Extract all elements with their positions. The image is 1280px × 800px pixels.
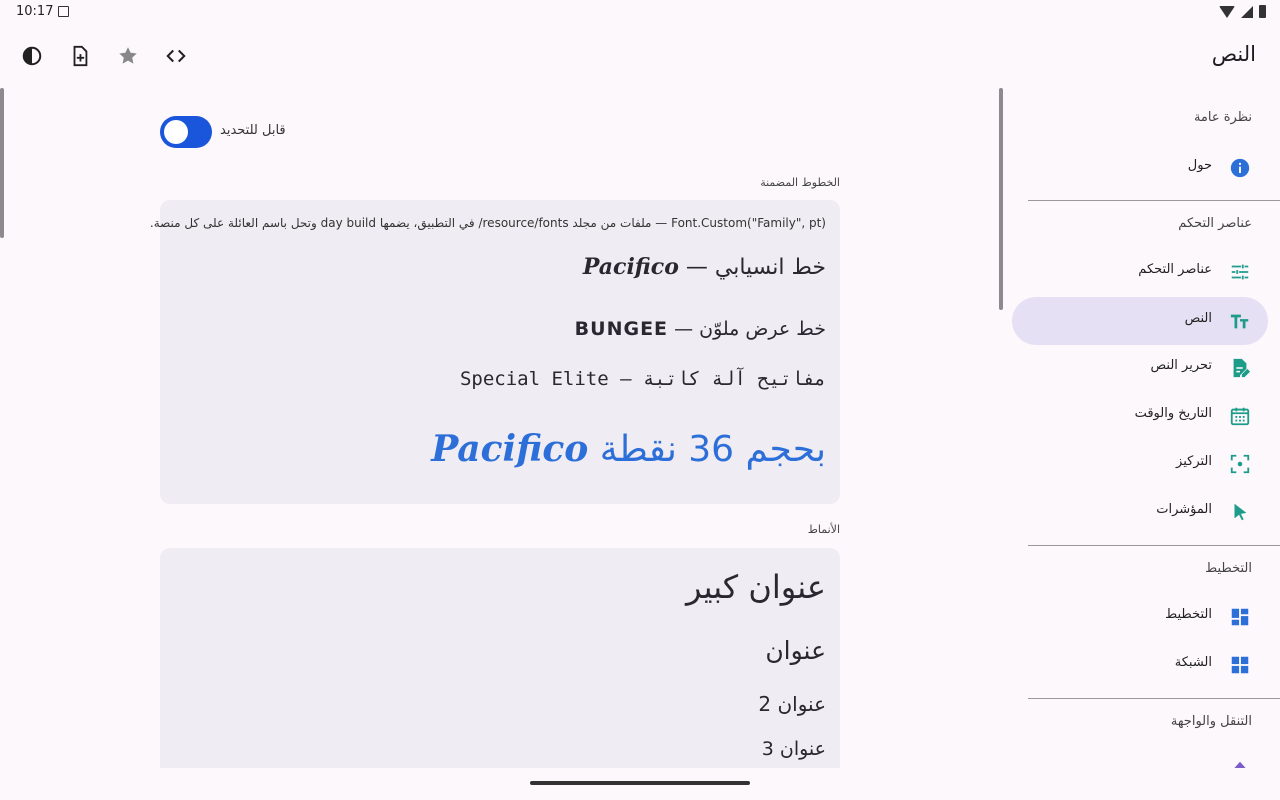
status-bar: 10:17 [0,0,1280,24]
edit-document-icon [1228,356,1252,380]
nav-item-layout[interactable]: التخطيط [1012,593,1268,641]
switch-knob [164,120,188,144]
battery-icon [1259,5,1266,18]
typewriter-font-line: مفاتيح آلة كاتبة — Special Elite [459,368,826,390]
signal-icon [1241,5,1253,18]
favorite-button[interactable] [112,40,144,72]
new-document-icon [73,45,88,67]
script-font-name: Pacifico [582,254,679,280]
nav-item-about[interactable]: حول [1012,144,1268,192]
view-source-button[interactable] [160,40,192,72]
calendar-icon [1228,404,1252,428]
nav-item-text[interactable]: النص [1012,297,1268,345]
status-icons [1219,5,1266,18]
selectable-toggle-row[interactable]: قابل للتحديد [160,116,300,148]
nav-divider [1028,545,1280,546]
home-indicator[interactable] [530,781,750,785]
large-font-line: بحجم 36 نقطة Pacifico [431,428,826,470]
nav-label-layout: التخطيط [1165,607,1212,622]
navigation-drawer: نظرة عامة حول عناصر التحكم عناصر التحكم … [1012,88,1280,768]
script-font-text: خط انسيابي — [678,255,826,280]
embedded-fonts-label: الخطوط المضمنة [760,176,840,189]
nav-item-cursors[interactable]: المؤشرات [1012,488,1268,536]
styles-card: عنوان كبير عنوان عنوان 2 عنوان 3 [160,548,840,768]
info-icon [1228,156,1252,180]
content-scrollbar[interactable] [999,88,1003,310]
wifi-icon [1219,5,1235,18]
nav-item-focus[interactable]: التركيز [1012,440,1268,488]
page-title: النص [1211,42,1256,66]
grid-icon [1228,653,1252,677]
large-font-name: Pacifico [431,428,589,470]
app-bar: النص [0,32,1280,80]
embedded-fonts-card: Font.Custom("Family", pt) — ملفات من مجل… [150,200,840,504]
fonts-description: Font.Custom("Family", pt) — ملفات من مجل… [149,216,826,230]
nav-label-controls: عناصر التحكم [1138,262,1212,277]
nav-section-layout: التخطيط [1205,561,1252,576]
heading-3: عنوان 3 [761,738,826,760]
nav-item-controls[interactable]: عناصر التحكم [1012,248,1268,296]
large-font-text: بحجم 36 نقطة [588,429,826,470]
display-font-name: BUNGEE [574,318,669,340]
tune-icon [1228,260,1252,284]
nav-label-text: النص [1184,311,1212,326]
nav-item-text-edit[interactable]: تحرير النص [1012,344,1268,392]
nav-divider [1028,698,1280,699]
focus-icon [1228,452,1252,476]
styles-label: الأنماط [807,523,840,536]
nav-section-controls: عناصر التحكم [1178,216,1252,231]
new-document-button[interactable] [64,40,96,72]
nav-section-overview: نظرة عامة [1193,110,1252,125]
theme-toggle-button[interactable] [16,40,48,72]
app-bar-actions [16,40,192,72]
display-font-line: خط عرض ملوّن — BUNGEE [575,318,826,340]
nav-label-cursors: المؤشرات [1156,502,1212,517]
dashboard-icon [1228,605,1252,629]
nav-label-text-edit: تحرير النص [1150,358,1212,373]
large-heading: عنوان كبير [685,568,826,606]
heading-2: عنوان 2 [758,692,826,716]
nav-label-grid: الشبكة [1174,655,1212,670]
nav-label-focus: التركيز [1176,454,1212,469]
script-font-line: خط انسيابي — Pacifico [583,254,826,280]
nav-label-about: حول [1187,158,1212,173]
main-content: قابل للتحديد الخطوط المضمنة Font.Custom(… [0,88,1006,768]
nav-item-grid[interactable]: الشبكة [1012,641,1268,689]
nav-section-navigation: التنقل والواجهة [1170,714,1252,729]
diamond-icon [1228,758,1252,768]
nav-item-datetime[interactable]: التاريخ والوقت [1012,392,1268,440]
star-icon [119,47,137,64]
notification-icon [58,6,69,17]
display-font-text: خط عرض ملوّن — [668,318,826,340]
cursor-icon [1228,500,1252,524]
theme-toggle-icon [22,46,42,66]
selectable-switch[interactable] [160,116,212,148]
heading: عنوان [765,636,826,665]
nav-item-partial[interactable] [1012,746,1268,768]
text-fields-icon [1228,309,1252,333]
nav-divider [1028,200,1280,201]
code-icon [166,49,186,63]
nav-label-datetime: التاريخ والوقت [1134,406,1212,421]
selectable-label: قابل للتحديد [220,123,286,138]
status-time: 10:17 [16,4,54,19]
